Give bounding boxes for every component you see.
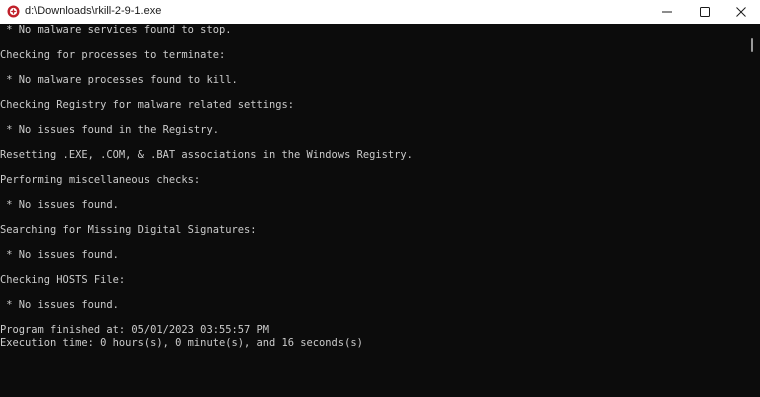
rkill-app-icon	[7, 5, 20, 18]
console-line: Program finished at: 05/01/2023 03:55:57…	[0, 324, 269, 336]
minimize-button[interactable]	[648, 0, 686, 24]
console-line: * No malware processes found to kill.	[0, 74, 238, 86]
console-line: Performing miscellaneous checks:	[0, 174, 201, 186]
minimize-icon	[662, 11, 672, 13]
close-icon	[736, 7, 746, 17]
console-line: Checking for processes to terminate:	[0, 49, 226, 61]
console-line: Checking HOSTS File:	[0, 274, 126, 286]
scrollbar-thumb[interactable]	[751, 38, 753, 52]
console-line: * No malware services found to stop.	[0, 24, 232, 36]
vertical-scrollbar[interactable]	[746, 24, 760, 397]
console-line: Execution time: 0 hours(s), 0 minute(s),…	[0, 336, 363, 349]
console-line: * No issues found.	[0, 199, 119, 211]
window-title: d:\Downloads\rkill-2-9-1.exe	[25, 5, 162, 17]
console-line: * No issues found.	[0, 249, 119, 261]
console-line: * No issues found in the Registry.	[0, 124, 219, 136]
console-line: * No issues found.	[0, 299, 119, 311]
console-text: * No malware services found to stop. Chec…	[0, 24, 413, 349]
title-bar[interactable]: d:\Downloads\rkill-2-9-1.exe	[0, 0, 760, 24]
maximize-button[interactable]	[686, 0, 724, 24]
console-window: d:\Downloads\rkill-2-9-1.exe * No malwar…	[0, 0, 760, 397]
console-output[interactable]: * No malware services found to stop. Chec…	[0, 24, 746, 397]
console-line: Searching for Missing Digital Signatures…	[0, 224, 257, 236]
console-line: Resetting .EXE, .COM, & .BAT association…	[0, 149, 413, 161]
console-line: Checking Registry for malware related se…	[0, 99, 295, 111]
close-button[interactable]	[722, 0, 760, 24]
maximize-icon	[700, 7, 710, 17]
